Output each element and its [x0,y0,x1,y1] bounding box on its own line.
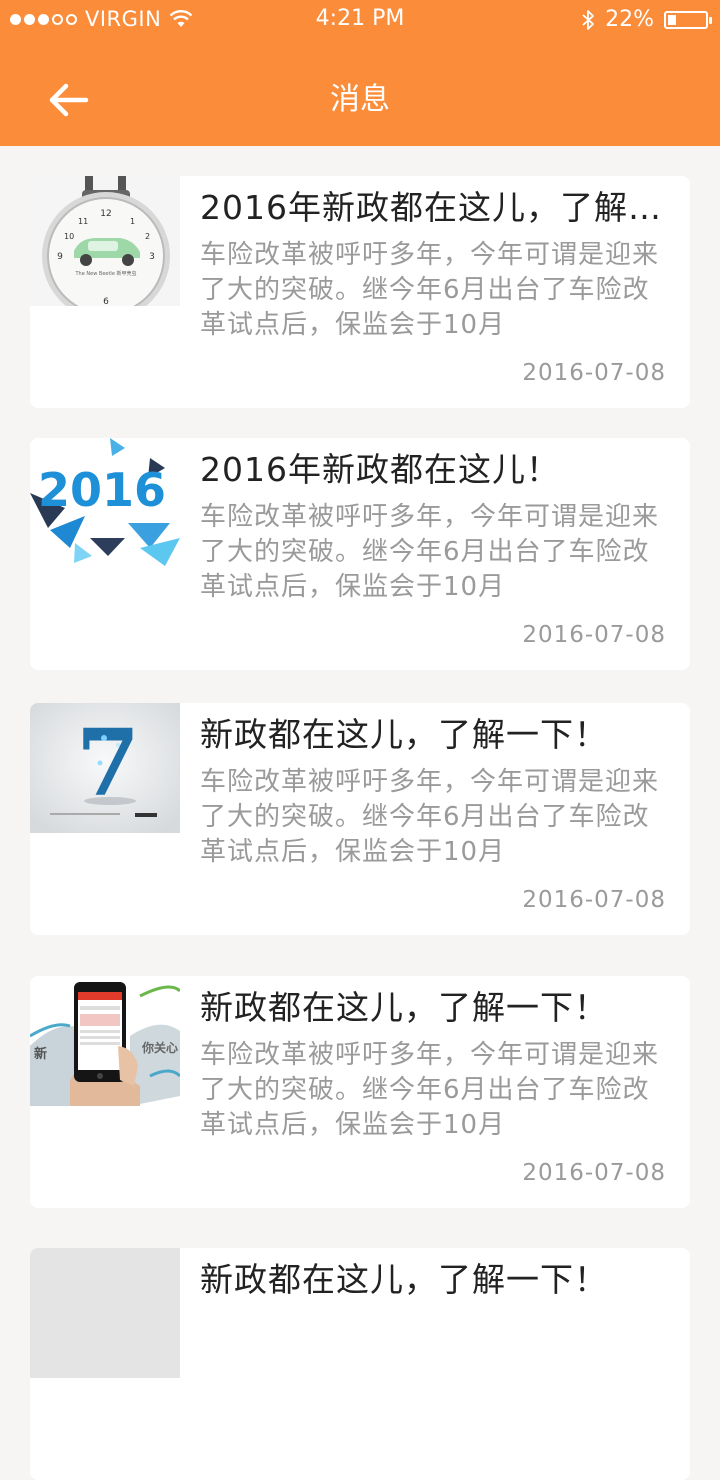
battery-icon [664,10,712,29]
message-title: 2016年新政都在这儿，了解一下！ [200,188,670,227]
svg-text:6: 6 [103,297,109,306]
message-date: 2016-07-08 [522,1160,666,1186]
message-date: 2016-07-08 [522,622,666,648]
svg-text:1: 1 [130,217,135,226]
message-card[interactable]: 7 新政都在这儿，了解一下！ 车险改革被呼吁多年，今年可谓是迎来了大的突破。继今… [30,703,690,935]
watch-image: 12 3 6 9 1 2 11 10 The New Beetle 新甲壳虫 [30,176,180,306]
message-card[interactable]: 12 3 6 9 1 2 11 10 The New Beetle 新甲壳虫 2… [30,176,690,408]
message-thumbnail [30,1248,180,1378]
svg-text:新: 新 [34,1046,47,1062]
status-bar-right: 22% [581,7,712,32]
message-summary: 车险改革被呼吁多年，今年可谓是迎来了大的突破。继今年6月出台了车险改革试点后，保… [200,502,660,602]
svg-text:7: 7 [76,709,140,817]
svg-text:11: 11 [78,217,88,226]
message-title: 新政都在这儿，了解一下！ [200,715,608,754]
message-summary: 车险改革被呼吁多年，今年可谓是迎来了大的突破。继今年6月出台了车险改革试点后，保… [200,1040,660,1140]
status-bar: VIRGIN 4:21 PM 22% [0,0,720,40]
message-thumbnail: 7 [30,703,180,833]
message-card[interactable]: 2016 2016年新政都在这儿！ 车险改革被呼吁多年，今年可谓是迎来了大的突破… [30,438,690,670]
message-thumbnail: 2016 [30,438,180,568]
svg-text:3: 3 [149,252,155,262]
phone-in-hand-image: 新 你关心 [30,976,180,1106]
svg-text:12: 12 [100,209,111,219]
year-2016-image: 2016 [30,438,180,568]
message-thumbnail: 新 你关心 [30,976,180,1106]
battery-percent: 22% [605,7,654,32]
bluetooth-icon [582,9,594,30]
svg-text:你关心: 你关心 [141,1040,178,1055]
message-title: 新政都在这儿，了解一下！ [200,1260,608,1299]
message-summary: 车险改革被呼吁多年，今年可谓是迎来了大的突破。继今年6月出台了车险改革试点后，保… [200,767,660,867]
message-thumbnail: 12 3 6 9 1 2 11 10 The New Beetle 新甲壳虫 [30,176,180,306]
battery-fill [668,14,676,25]
message-card[interactable]: 新 你关心 新政都在这儿，了解一下！ 车险改革被呼吁多年，今年可谓是迎来了大的突… [30,976,690,1208]
page-title: 消息 [330,82,390,117]
svg-text:2016: 2016 [38,463,166,517]
message-date: 2016-07-08 [522,360,666,386]
svg-text:The New Beetle 新甲壳虫: The New Beetle 新甲壳虫 [75,270,137,277]
svg-text:2: 2 [145,232,150,241]
message-card[interactable]: 新政都在这儿，了解一下！ [30,1248,690,1480]
svg-text:9: 9 [57,252,63,262]
svg-text:10: 10 [64,232,74,241]
message-title: 2016年新政都在这儿！ [200,450,560,489]
app-header: VIRGIN 4:21 PM 22% 消息 [0,0,720,146]
message-date: 2016-07-08 [522,887,666,913]
message-title: 新政都在这儿，了解一下！ [200,988,608,1027]
message-summary: 车险改革被呼吁多年，今年可谓是迎来了大的突破。继今年6月出台了车险改革试点后，保… [200,240,660,340]
number-seven-image: 7 [30,703,180,833]
